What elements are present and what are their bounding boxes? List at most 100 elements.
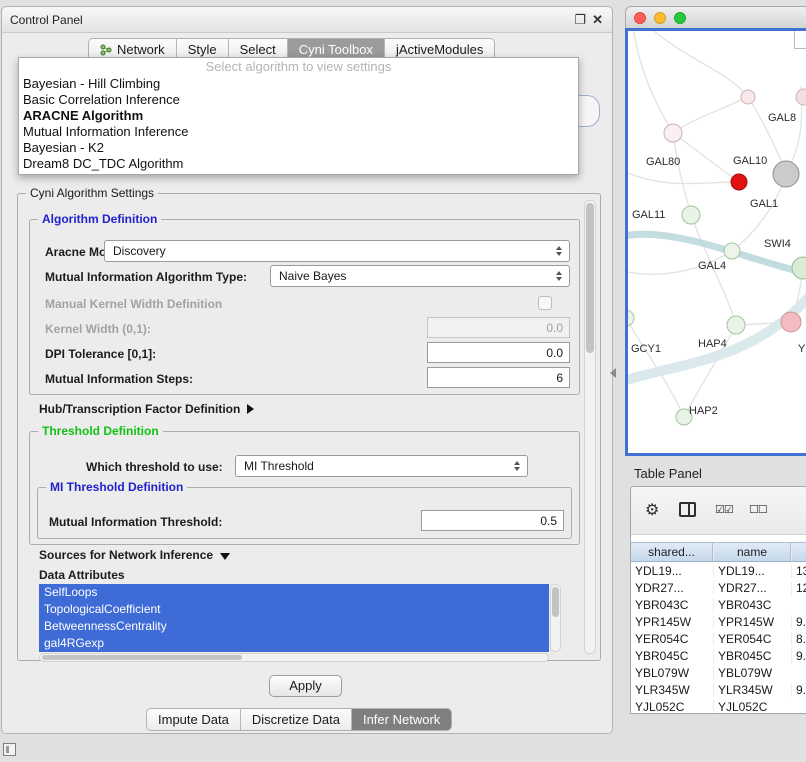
- tab-impute-data-label: Impute Data: [158, 712, 229, 727]
- attributes-vscrollbar[interactable]: [550, 584, 561, 652]
- cell-name: YDR27...: [713, 581, 791, 595]
- table-row[interactable]: YBR043CYBR043C: [631, 596, 806, 613]
- node-label-gal1: GAL1: [750, 198, 778, 210]
- node-label-hap2: HAP2: [689, 405, 718, 417]
- network-edge: [673, 133, 691, 215]
- combo-stepper-icon: [556, 271, 569, 281]
- data-attributes-label: Data Attributes: [39, 568, 125, 582]
- attributes-hscrollbar-thumb[interactable]: [42, 655, 242, 660]
- column-header-shared-name[interactable]: shared...: [631, 543, 713, 561]
- table-row[interactable]: YDL19...YDL19...13: [631, 562, 806, 579]
- which-threshold-label: Which threshold to use:: [86, 460, 223, 474]
- node-small-pink[interactable]: [741, 90, 755, 104]
- tab-impute-data[interactable]: Impute Data: [147, 709, 241, 730]
- network-edge: [633, 31, 673, 133]
- attribute-item[interactable]: BetweennessCentrality: [39, 618, 549, 635]
- panel-dock-icon[interactable]: [3, 743, 16, 756]
- desktop: Control Panel ❐ ✕ Network Style Select C…: [0, 0, 806, 762]
- node-label-gcy1: GCY1: [631, 343, 661, 355]
- algorithm-menu-item[interactable]: Basic Correlation Inference: [19, 92, 578, 108]
- attribute-item[interactable]: TopologicalCoefficient: [39, 601, 549, 618]
- mi-threshold-field[interactable]: 0.5: [421, 510, 564, 531]
- table-row[interactable]: YLR345WYLR345W9.: [631, 681, 806, 698]
- attributes-hscrollbar[interactable]: [39, 653, 549, 662]
- bottom-tabs: Impute Data Discretize Data Infer Networ…: [146, 708, 452, 731]
- column-header-name[interactable]: name: [713, 543, 791, 561]
- algorithm-menu-item[interactable]: Dream8 DC_TDC Algorithm: [19, 156, 578, 172]
- minimize-traffic-light-icon[interactable]: [654, 12, 666, 24]
- attribute-item[interactable]: SelfLoops: [39, 584, 549, 601]
- mi-steps-field[interactable]: 6: [427, 367, 570, 388]
- node-gal80[interactable]: [664, 124, 682, 142]
- close-traffic-light-icon[interactable]: [634, 12, 646, 24]
- mi-type-label: Mutual Information Algorithm Type:: [45, 270, 247, 284]
- sources-label: Sources for Network Inference: [39, 548, 213, 562]
- node-hap4[interactable]: [727, 316, 745, 334]
- node-gal11[interactable]: [682, 206, 700, 224]
- network-window-titlebar[interactable]: [625, 6, 806, 28]
- table-panel-toolbar: ⚙ ☑☑ ☐☐: [631, 487, 806, 535]
- table-panel-title: Table Panel: [634, 466, 702, 481]
- algorithm-menu-item-selected[interactable]: ARACNE Algorithm: [19, 108, 578, 124]
- hub-definition-expander[interactable]: Hub/Transcription Factor Definition: [39, 402, 254, 416]
- node-gal4[interactable]: [724, 243, 740, 259]
- deselect-all-icon[interactable]: ☐☐: [749, 503, 767, 516]
- node-gcy1[interactable]: [628, 310, 634, 326]
- column-header-extra[interactable]: [791, 543, 806, 561]
- attributes-vscrollbar-thumb[interactable]: [552, 587, 559, 617]
- table-panel-window: ⚙ ☑☑ ☐☐ shared... name YDL19...YDL19...1…: [630, 486, 806, 714]
- node-gal10[interactable]: [773, 161, 799, 187]
- cell-extra: 12: [791, 581, 806, 595]
- table-row[interactable]: YBL079WYBL079W: [631, 664, 806, 681]
- network-icon: [100, 44, 112, 56]
- attribute-item[interactable]: gal4RGexp: [39, 635, 549, 652]
- which-threshold-select[interactable]: MI Threshold: [235, 455, 528, 477]
- splitter-collapse-arrow[interactable]: [610, 368, 616, 378]
- tab-infer-network[interactable]: Infer Network: [352, 709, 451, 730]
- combo-stepper-icon: [514, 461, 527, 471]
- kernel-width-field: 0.0: [427, 317, 570, 338]
- node-selected-red[interactable]: [731, 174, 747, 190]
- algorithm-menu-item[interactable]: Bayesian - Hill Climbing: [19, 76, 578, 92]
- combo-stepper-icon: [556, 246, 569, 256]
- network-edge: [673, 133, 739, 182]
- algorithm-combobox-fragment[interactable]: [579, 95, 600, 127]
- algorithm-menu-item[interactable]: Mutual Information Inference: [19, 124, 578, 140]
- mi-type-select[interactable]: Naive Bayes: [270, 265, 570, 287]
- algorithm-menu-item[interactable]: Bayesian - K2: [19, 140, 578, 156]
- table-row[interactable]: YER054CYER054C8.: [631, 630, 806, 647]
- node-edge-cut[interactable]: [796, 89, 806, 105]
- cell-name: YPR145W: [713, 615, 791, 629]
- node-swi4[interactable]: [792, 257, 806, 279]
- close-window-icon[interactable]: ✕: [592, 12, 603, 28]
- cell-name: YDL19...: [713, 564, 791, 578]
- table-row[interactable]: YBR045CYBR045C9.: [631, 647, 806, 664]
- settings-scrollbar[interactable]: [584, 200, 596, 654]
- apply-button[interactable]: Apply: [269, 675, 342, 697]
- node-label-gal10: GAL10: [733, 155, 767, 167]
- dpi-tolerance-field[interactable]: 0.0: [427, 342, 570, 363]
- float-window-icon[interactable]: ❐: [574, 12, 586, 28]
- cell-name: YJL052C: [713, 700, 791, 714]
- settings-scrollbar-thumb[interactable]: [586, 203, 594, 353]
- network-canvas[interactable]: GAL8 GAL80 GAL10 GAL11 GAL1 SWI4 GAL4 GC…: [625, 28, 806, 456]
- table-row[interactable]: YDR27...YDR27...12: [631, 579, 806, 596]
- network-edge: [628, 171, 739, 184]
- cell-shared-name: YLR345W: [631, 683, 713, 697]
- aracne-mode-select[interactable]: Discovery: [104, 240, 570, 262]
- settings-gear-icon[interactable]: ⚙: [645, 500, 659, 520]
- sources-expander[interactable]: Sources for Network Inference: [39, 548, 230, 562]
- network-scrollbar-corner: [794, 31, 806, 49]
- table-header: shared... name: [631, 542, 806, 562]
- zoom-traffic-light-icon[interactable]: [674, 12, 686, 24]
- column-layout-icon[interactable]: [679, 502, 696, 517]
- select-all-icon[interactable]: ☑☑: [715, 503, 733, 516]
- tab-discretize-data[interactable]: Discretize Data: [241, 709, 352, 730]
- table-row[interactable]: YPR145WYPR145W9.: [631, 613, 806, 630]
- threshold-definition-title: Threshold Definition: [38, 424, 163, 438]
- cell-shared-name: YDR27...: [631, 581, 713, 595]
- network-edge: [648, 31, 748, 97]
- node-pink-right[interactable]: [781, 312, 801, 332]
- control-panel-titlebar[interactable]: Control Panel ❐ ✕: [2, 7, 612, 33]
- table-row[interactable]: YJL052CYJL052C: [631, 698, 806, 713]
